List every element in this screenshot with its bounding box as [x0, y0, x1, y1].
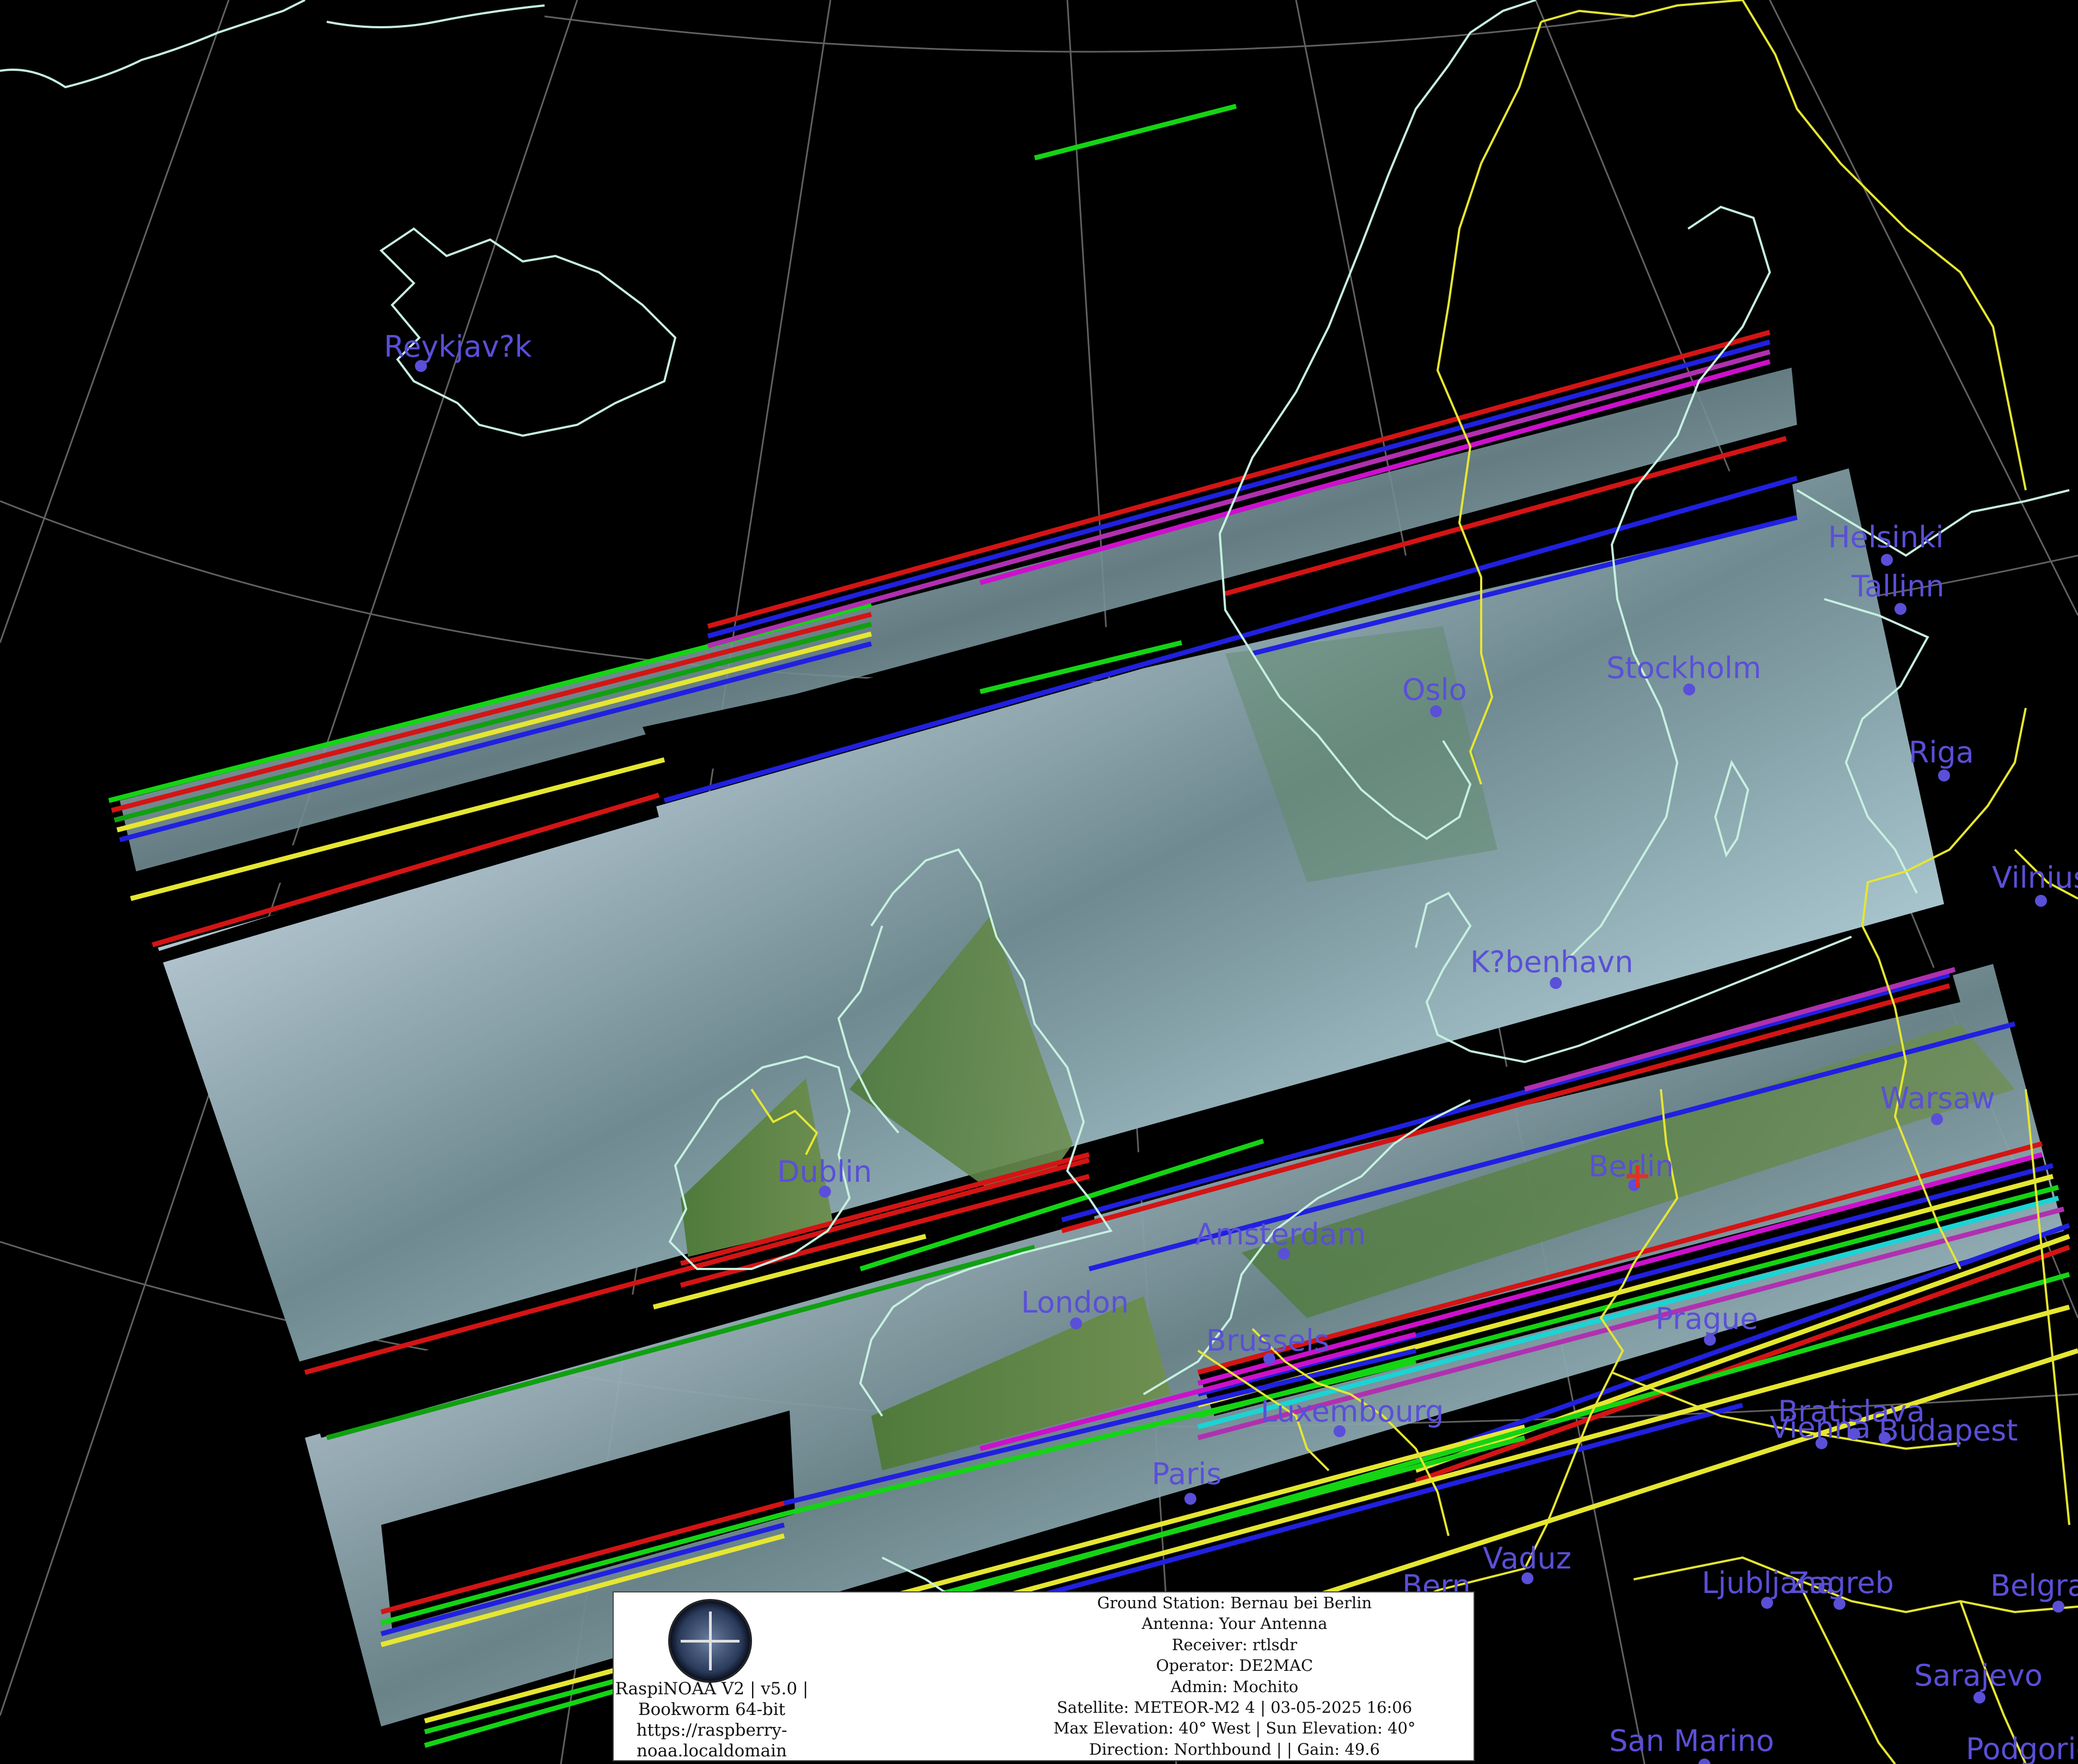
antenna-line: Antenna: Your Antenna	[1141, 1614, 1328, 1633]
city-label: Prague	[1655, 1302, 1758, 1336]
city-dot	[1184, 1493, 1196, 1505]
city-label: Brussels	[1206, 1323, 1329, 1358]
satellite-line: Satellite: METEOR-M2 4 | 03-05-2025 16:0…	[1056, 1698, 1413, 1717]
city-dot	[1881, 554, 1893, 566]
city-label: Helsinki	[1828, 520, 1943, 554]
ground-station-marker: +	[1623, 1156, 1652, 1196]
city-label: Zagreb	[1789, 1566, 1894, 1600]
city-label: Reykjav?k	[384, 329, 532, 364]
receiver-line: Receiver: rtlsdr	[1171, 1635, 1298, 1654]
city-label: Tallinn	[1851, 569, 1945, 603]
city-dot	[2035, 895, 2047, 907]
city-label: San Marino	[1609, 1724, 1774, 1758]
admin-line: Admin: Mochito	[1170, 1677, 1299, 1696]
software-info-line: noaa.localdomain	[636, 1741, 787, 1761]
city-label: Warsaw	[1880, 1081, 1995, 1115]
city-label: Amsterdam	[1195, 1217, 1366, 1252]
software-info-line: Bookworm 64-bit	[638, 1700, 786, 1719]
city-label: Vienna	[1770, 1411, 1871, 1445]
city-dot	[1698, 1759, 1710, 1764]
city-dot	[1938, 770, 1950, 782]
operator-line: Operator: DE2MAC	[1156, 1656, 1313, 1675]
city-label: Vaduz	[1483, 1541, 1572, 1576]
city-label: Podgorica	[1966, 1732, 2078, 1764]
raspinoaa-logo	[668, 1599, 752, 1683]
city-label: Sarajevo	[1914, 1658, 2043, 1693]
city-label: Vilnius	[1992, 860, 2078, 895]
city-label: Belgrade	[1990, 1568, 2078, 1603]
ground-station-line: Ground Station: Bernau bei Berlin	[1097, 1594, 1372, 1612]
city-label: Stockholm	[1606, 651, 1761, 685]
city-label: Oslo	[1402, 673, 1467, 707]
city-label: Luxembourg	[1261, 1394, 1444, 1429]
city-label: K?benhavn	[1470, 945, 1633, 979]
city-dot	[1973, 1692, 1985, 1704]
software-info-line: https://raspberry-	[636, 1720, 787, 1740]
direction-gain-line: Direction: Northbound | | Gain: 49.6	[1089, 1739, 1380, 1759]
info-panel: RaspiNOAA V2 | v5.0 | Bookworm 64-bit ht…	[613, 1591, 1475, 1761]
pass-details: Ground Station: Bernau bei Berlin Antenn…	[995, 1592, 1474, 1760]
city-label: Dublin	[777, 1155, 872, 1189]
city-label: Budapest	[1879, 1413, 2018, 1448]
software-info-line: RaspiNOAA V2 | v5.0 |	[615, 1679, 809, 1699]
city-dot	[1430, 705, 1442, 717]
satellite-map: Reykjav?k Helsinki Tallinn Oslo Stockholm Rig…	[0, 0, 2078, 1764]
city-label: London	[1021, 1285, 1129, 1320]
software-info: RaspiNOAA V2 | v5.0 | Bookworm 64-bit ht…	[614, 1678, 810, 1761]
city-label: Paris	[1152, 1457, 1222, 1491]
elevation-line: Max Elevation: 40° West | Sun Elevation:…	[1053, 1719, 1416, 1738]
city-label: Riga	[1909, 735, 1974, 770]
city-dot	[1683, 683, 1695, 695]
city-dot	[1894, 603, 1906, 615]
